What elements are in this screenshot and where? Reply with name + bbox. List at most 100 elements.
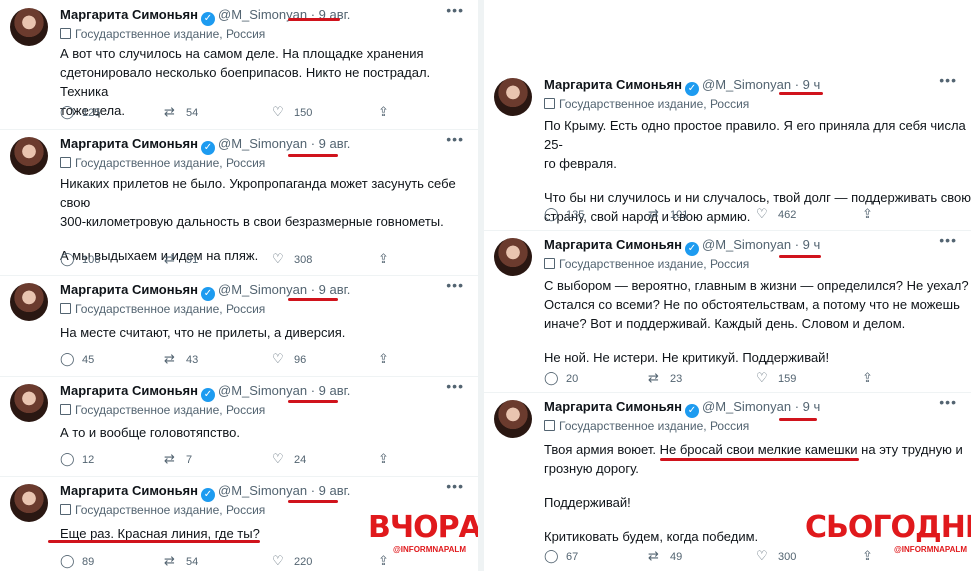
tweet-timestamp[interactable]: 9 авг. [319, 483, 351, 498]
retweet-button[interactable]: ⇄ 91 [164, 251, 198, 267]
reply-button[interactable]: ◯ 12 [60, 451, 94, 467]
reply-button[interactable]: ◯ 89 [60, 553, 94, 569]
author-handle[interactable]: @M_Simonyan [218, 282, 307, 297]
author-handle[interactable]: @M_Simonyan [702, 399, 791, 414]
more-icon[interactable]: ••• [446, 131, 464, 147]
share-button[interactable]: ⇪ [378, 451, 389, 467]
like-button[interactable]: ♡ 150 [272, 104, 312, 120]
retweet-count: 49 [670, 551, 683, 563]
tweet[interactable]: Маргарита Симоньян ✓ @M_Simonyan · 9 авг. •… [0, 376, 478, 477]
more-icon[interactable]: ••• [446, 378, 464, 394]
state-media-label[interactable]: Государственное издание, Россия [60, 403, 265, 417]
author-name[interactable]: Маргарита Симоньян [60, 483, 198, 498]
author-name[interactable]: Маргарита Симоньян [544, 77, 682, 92]
tweet[interactable]: Маргарита Симоньян ✓ @M_Simonyan · 9 авг. •… [0, 0, 478, 130]
tweet-timestamp[interactable]: 9 ч [803, 77, 821, 92]
avatar[interactable] [494, 400, 532, 438]
share-button[interactable]: ⇪ [378, 251, 389, 267]
heart-icon: ♡ [756, 206, 768, 221]
like-button[interactable]: ♡ 300 [756, 548, 796, 564]
like-button[interactable]: ♡ 159 [756, 370, 796, 386]
author-name[interactable]: Маргарита Симоньян [544, 399, 682, 414]
author-name[interactable]: Маргарита Симоньян [60, 282, 198, 297]
tweet[interactable]: Маргарита Симоньян ✓ @M_Simonyan · 9 ч ••• Г… [484, 230, 971, 393]
reply-button[interactable]: ◯ 45 [60, 351, 94, 367]
like-button[interactable]: ♡ 220 [272, 553, 312, 569]
author-handle[interactable]: @M_Simonyan [218, 136, 307, 151]
reply-button[interactable]: ◯ 125 [60, 104, 100, 120]
tweet-timestamp[interactable]: 9 авг. [319, 136, 351, 151]
tweet-timestamp[interactable]: 9 ч [803, 237, 821, 252]
state-media-label[interactable]: Государственное издание, Россия [544, 257, 749, 271]
share-button[interactable]: ⇪ [378, 104, 389, 120]
more-icon[interactable]: ••• [446, 277, 464, 293]
like-button[interactable]: ♡ 96 [272, 351, 306, 367]
reply-button[interactable]: ◯ 106 [60, 251, 100, 267]
highlight-underline [288, 18, 340, 21]
reply-button[interactable]: ◯ 20 [544, 370, 578, 386]
state-media-label[interactable]: Государственное издание, Россия [544, 97, 749, 111]
author-name[interactable]: Маргарита Симоньян [60, 7, 198, 22]
tweet-actions: ◯ 135 ⇄ 101 ♡ 462 ⇪ [544, 206, 934, 222]
reply-icon: ◯ [544, 206, 559, 221]
like-button[interactable]: ♡ 462 [756, 206, 796, 222]
author-handle[interactable]: @M_Simonyan [702, 237, 791, 252]
reply-button[interactable]: ◯ 135 [544, 206, 584, 222]
tweet-timestamp[interactable]: 9 ч [803, 399, 821, 414]
state-media-label[interactable]: Государственное издание, Россия [60, 156, 265, 170]
tweet[interactable]: Маргарита Симоньян ✓ @M_Simonyan · 9 авг. •… [0, 275, 478, 377]
tweet-line: 300-километровую дальность в свои безраз… [60, 214, 444, 229]
share-button[interactable]: ⇪ [378, 553, 389, 569]
state-media-label[interactable]: Государственное издание, Россия [544, 419, 749, 433]
like-count: 462 [778, 209, 797, 221]
more-icon[interactable]: ••• [939, 72, 957, 88]
avatar[interactable] [10, 137, 48, 175]
verified-badge-icon: ✓ [201, 488, 215, 502]
avatar[interactable] [10, 484, 48, 522]
more-icon[interactable]: ••• [446, 478, 464, 494]
tweet-line: иначе? Вот и поддерживай. Каждый день. С… [544, 316, 906, 331]
more-icon[interactable]: ••• [939, 232, 957, 248]
state-media-label[interactable]: Государственное издание, Россия [60, 27, 265, 41]
retweet-button[interactable]: ⇄ 54 [164, 553, 198, 569]
tweet-header: Маргарита Симоньян ✓ @M_Simonyan · 9 авг. [60, 136, 350, 155]
retweet-button[interactable]: ⇄ 54 [164, 104, 198, 120]
author-handle[interactable]: @M_Simonyan [218, 383, 307, 398]
tweet[interactable]: Маргарита Симоньян ✓ @M_Simonyan · 9 ч ••• Г… [484, 70, 971, 231]
tweet-line: Что бы ни случилось и ни случалось, твой… [544, 190, 971, 205]
avatar[interactable] [10, 384, 48, 422]
retweet-button[interactable]: ⇄ 43 [164, 351, 198, 367]
retweet-button[interactable]: ⇄ 23 [648, 370, 682, 386]
more-icon[interactable]: ••• [939, 394, 957, 410]
author-handle[interactable]: @M_Simonyan [702, 77, 791, 92]
tweet-timestamp[interactable]: 9 авг. [319, 383, 351, 398]
share-button[interactable]: ⇪ [378, 351, 389, 367]
avatar[interactable] [494, 78, 532, 116]
tweet-line: Твоя армия воюет. Не бросай свои мелкие … [544, 442, 963, 457]
like-button[interactable]: ♡ 308 [272, 251, 312, 267]
author-name[interactable]: Маргарита Симоньян [60, 136, 198, 151]
author-name[interactable]: Маргарита Симоньян [544, 237, 682, 252]
more-icon[interactable]: ••• [446, 2, 464, 18]
retweet-icon: ⇄ [648, 370, 659, 385]
retweet-button[interactable]: ⇄ 7 [164, 451, 192, 467]
reply-count: 125 [82, 107, 101, 119]
like-count: 159 [778, 373, 797, 385]
share-button[interactable]: ⇪ [862, 548, 873, 564]
reply-button[interactable]: ◯ 67 [544, 548, 578, 564]
author-name[interactable]: Маргарита Симоньян [60, 383, 198, 398]
share-button[interactable]: ⇪ [862, 370, 873, 386]
tweet[interactable]: Маргарита Симоньян ✓ @M_Simonyan · 9 авг. •… [0, 129, 478, 276]
share-button[interactable]: ⇪ [862, 206, 873, 222]
tweet-timestamp[interactable]: 9 авг. [319, 282, 351, 297]
state-media-label[interactable]: Государственное издание, Россия [60, 503, 265, 517]
avatar[interactable] [494, 238, 532, 276]
retweet-button[interactable]: ⇄ 101 [648, 206, 688, 222]
author-handle[interactable]: @M_Simonyan [218, 483, 307, 498]
like-button[interactable]: ♡ 24 [272, 451, 306, 467]
state-media-label[interactable]: Государственное издание, Россия [60, 302, 265, 316]
avatar[interactable] [10, 8, 48, 46]
avatar[interactable] [10, 283, 48, 321]
retweet-button[interactable]: ⇄ 49 [648, 548, 682, 564]
state-media-label-text: Государственное издание, Россия [75, 27, 266, 41]
